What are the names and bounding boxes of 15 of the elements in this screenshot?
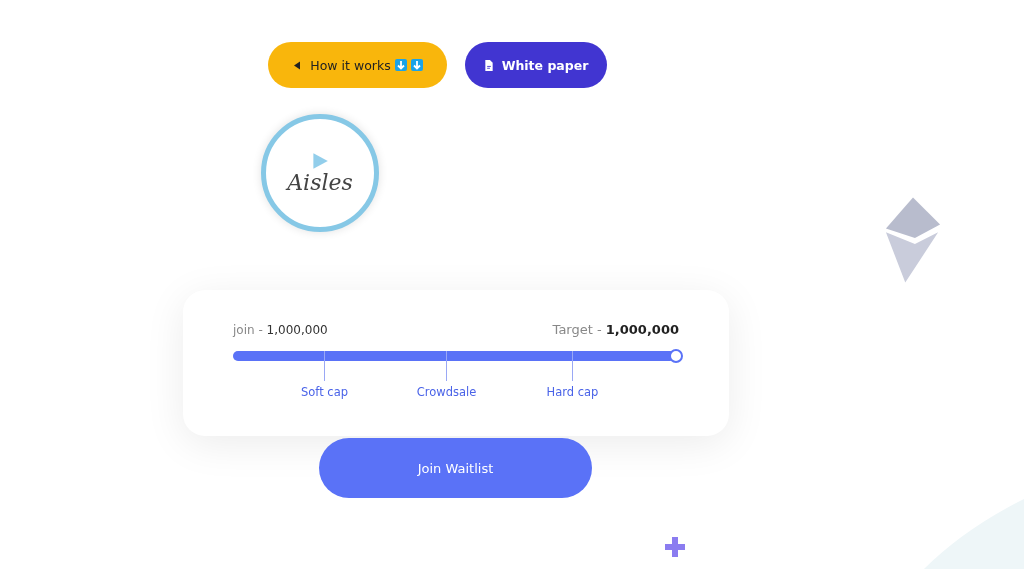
join-amount: join - 1,000,000 bbox=[233, 323, 328, 337]
down-arrow-icon bbox=[394, 59, 407, 71]
header-button[interactable]: White paper bbox=[465, 42, 607, 88]
document-icon bbox=[483, 59, 494, 71]
milestone-label: Soft cap bbox=[300, 385, 348, 399]
logo-text: Aisles bbox=[287, 172, 353, 194]
target-amount: Target - 1,000,000 bbox=[552, 322, 679, 337]
progress-handle bbox=[669, 349, 683, 363]
milestone-label: Hard cap bbox=[546, 385, 599, 399]
down-arrow-icon bbox=[410, 59, 423, 71]
join-waitlist-button[interactable]: Join Waitlist bbox=[319, 438, 592, 498]
plus-icon bbox=[665, 537, 685, 557]
video-thumbnail[interactable]: Aisles bbox=[261, 114, 379, 232]
milestone-label: Crowdsale bbox=[416, 385, 477, 399]
header-button[interactable]: How it works bbox=[268, 42, 447, 88]
